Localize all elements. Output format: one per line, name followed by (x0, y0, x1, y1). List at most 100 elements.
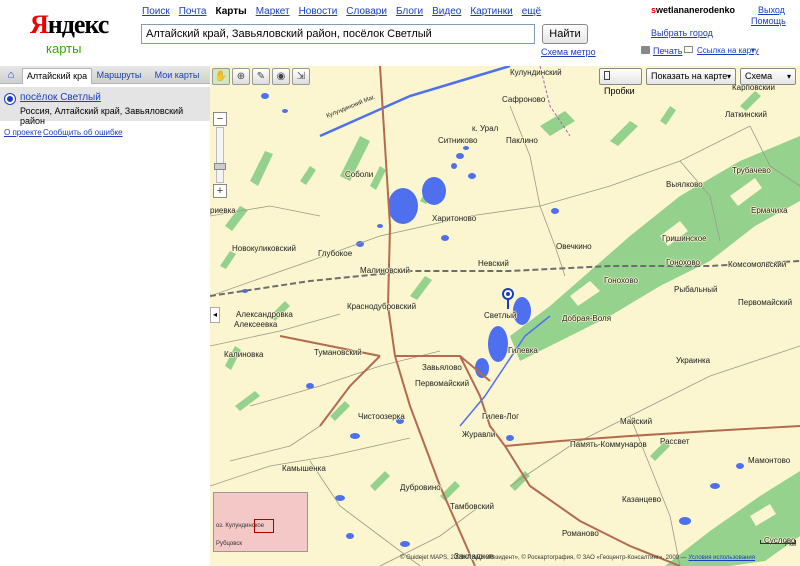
label-zhuravli: Журавли (462, 430, 496, 439)
nav-blogs[interactable]: Блоги (396, 6, 423, 17)
label-zavyalovo: Завьялово (422, 363, 462, 372)
help-link[interactable]: Помощь (751, 16, 786, 26)
label-tambovsky: Тамбовский (450, 502, 495, 511)
yandex-logo[interactable]: Яндекс карты (30, 10, 109, 58)
label-pamyat: Память-Коммунаров (570, 440, 647, 449)
select-area-icon[interactable]: ⇲ (292, 68, 310, 85)
label-kazantsevo: Казанцево (622, 495, 662, 504)
show-on-map-dropdown[interactable]: Показать на карте ▾ (646, 68, 736, 85)
result-title[interactable]: посёлок Светлый (20, 92, 101, 103)
logout-link[interactable]: Выход (758, 5, 785, 15)
zoom-out-button[interactable]: − (213, 112, 227, 126)
tab-my-maps[interactable]: Мои карты (148, 68, 206, 84)
username[interactable]: swetlananerodenko (651, 5, 735, 15)
label-vyalkovo: Выялково (666, 180, 703, 189)
label-aleksandrovka: Александровка (236, 310, 293, 319)
result-address: Россия, Алтайский край, Завьяловский рай… (20, 106, 184, 126)
ruler-icon[interactable]: ✎ (252, 68, 270, 85)
nav-maps[interactable]: Карты (216, 6, 247, 17)
label-romanovo: Романово (562, 529, 599, 538)
nav-images[interactable]: Картинки (470, 6, 512, 17)
label-tumanovsky: Тумановский (314, 348, 362, 357)
nav-search[interactable]: Поиск (142, 6, 170, 17)
label-latkinsky: Латкинский (725, 110, 768, 119)
copyright: © Guidejet MAPS, 2009 © ЗАО «Резидент», … (400, 555, 755, 561)
map-canvas[interactable]: Кулундинский Сафроново Карповский к. Ура… (210, 66, 800, 566)
logo-brand: Яндекс (30, 10, 109, 39)
hand-icon[interactable]: ✋ (212, 68, 230, 85)
location-pin-icon[interactable] (502, 288, 514, 310)
map-link[interactable]: Ссылка на карту (697, 46, 759, 55)
tab-search-result[interactable]: Алтайский кра (22, 68, 92, 84)
label-grishinskoe: Гришинское (662, 234, 707, 243)
tab-routes[interactable]: Маршруты (94, 68, 144, 84)
label-ovechkino: Овечкино (556, 242, 592, 251)
label-paklino: Паклино (506, 136, 538, 145)
search-result-item[interactable]: посёлок Светлый Россия, Алтайский край, … (0, 87, 210, 126)
label-glubokoe: Глубокое (318, 249, 353, 258)
nav-dictionaries[interactable]: Словари (346, 6, 387, 17)
top-nav: Поиск Почта Карты Маркет Новости Словари Блоги… (142, 5, 550, 17)
nav-news[interactable]: Новости (299, 6, 338, 17)
label-gonokhovo: Гонохово (666, 258, 700, 267)
label-gonokhovo2: Гонохово (604, 276, 638, 285)
metro-scheme-link[interactable]: Схема метро (541, 47, 596, 57)
label-kulundinsky: Кулундинский (510, 68, 562, 77)
traffic-button[interactable]: Пробки (599, 68, 642, 96)
print-link[interactable]: Печать (653, 46, 682, 56)
label-trubachevo: Трубачево (732, 166, 771, 175)
map-link-icon[interactable] (684, 46, 693, 53)
about-link[interactable]: О проекте (4, 128, 42, 137)
label-kamyshenka: Камышенка (282, 464, 326, 473)
nav-more[interactable]: ещё (522, 6, 541, 17)
terms-link[interactable]: Условия использования (688, 555, 755, 561)
chevron-down-icon[interactable]: ▾ (751, 46, 755, 55)
zoom-control: − + (213, 112, 227, 202)
nav-video[interactable]: Видео (432, 6, 461, 17)
minimap-viewport[interactable] (254, 519, 274, 533)
label-safronovo: Сафроново (502, 95, 546, 104)
label-pervomaisky2: Первомайский (415, 379, 470, 388)
print-icon[interactable] (641, 46, 650, 54)
zoom-slider-handle[interactable] (214, 163, 226, 170)
choose-city-link[interactable]: Выбрать город (651, 28, 713, 38)
label-maisky: Майский (620, 417, 653, 426)
label-nevsky: Невский (478, 259, 509, 268)
map-type-dropdown[interactable]: Схема ▾ (740, 68, 796, 85)
label-haritonovo: Харитоново (432, 214, 477, 223)
nav-mail[interactable]: Почта (179, 6, 207, 17)
report-error-link[interactable]: Сообщить об ошибке (43, 128, 123, 137)
label-dubrovino: Дубровино (400, 483, 441, 492)
label-rybalny: Рыбальный (674, 285, 718, 294)
label-novokulikovsky: Новокуликовский (232, 244, 297, 253)
magnifier-icon[interactable]: ⊕ (232, 68, 250, 85)
map-toolbar: ✋ ⊕ ✎ ◉ ⇲ (212, 68, 310, 86)
label-malinovsky: Малиновский (360, 266, 410, 275)
label-krasnodubrovsky: Краснодубровский (347, 302, 417, 311)
layers-icon[interactable]: ◉ (272, 68, 290, 85)
label-pervomaisky: Первомайский (738, 298, 793, 307)
scale-bar: 7 км (760, 534, 796, 548)
label-sitnikovo: Ситниково (438, 136, 478, 145)
chevron-down-icon: ▾ (786, 72, 791, 81)
label-alekseevka: Алексеевка (234, 320, 278, 329)
nav-market[interactable]: Маркет (256, 6, 290, 17)
collapse-sidebar-icon[interactable]: ◂ (210, 307, 220, 323)
zoom-slider-track[interactable] (216, 127, 224, 183)
search-input[interactable] (141, 24, 535, 44)
label-gilevlog: Гилев-Лог (482, 412, 519, 421)
overview-minimap[interactable]: оз. Кулундинское Рубцовск (213, 492, 308, 552)
label-ural: к. Урал (472, 124, 499, 133)
zoom-in-button[interactable]: + (213, 184, 227, 198)
label-rassvet: Рассвет (660, 437, 690, 446)
label-gilevka: Гилевка (508, 346, 538, 355)
label-soboli: Соболи (345, 170, 374, 179)
chevron-down-icon: ▾ (726, 72, 731, 81)
header: Яндекс карты Поиск Почта Карты Маркет Новост… (0, 0, 800, 64)
label-komsomolsky: Комсомольский (728, 260, 787, 269)
label-svetly: Светлый (484, 311, 517, 320)
label-ukrainka: Украинка (676, 356, 711, 365)
home-icon[interactable]: ⌂ (2, 68, 20, 83)
label-rievka: риевка (210, 206, 236, 215)
search-button[interactable]: Найти (542, 24, 588, 44)
